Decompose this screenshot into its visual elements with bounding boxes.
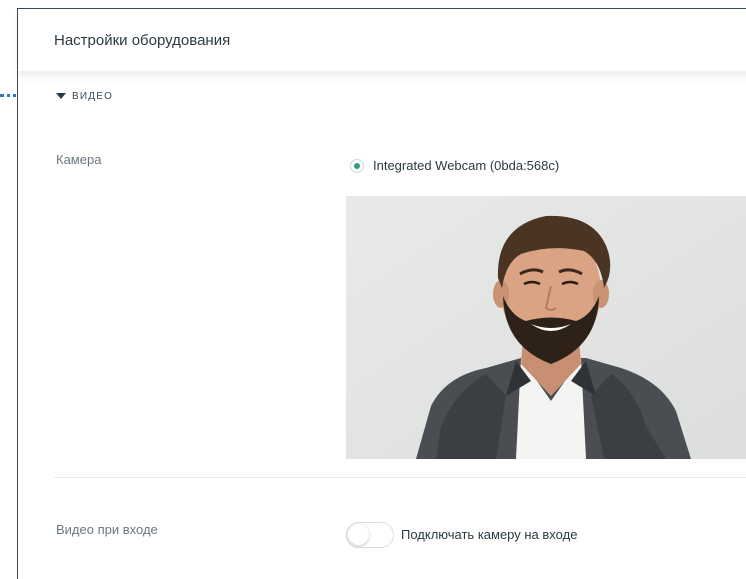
join-camera-toggle-label[interactable]: Подключать камеру на входе xyxy=(401,527,577,542)
webcam-person-image xyxy=(346,196,746,459)
radio-selected-icon[interactable] xyxy=(350,158,364,173)
camera-label: Камера xyxy=(56,152,102,167)
page-title: Настройки оборудования xyxy=(54,32,231,49)
join-camera-toggle[interactable] xyxy=(346,522,394,548)
caret-down-icon xyxy=(56,93,66,99)
panel-header: Настройки оборудования xyxy=(18,9,746,72)
section-divider xyxy=(54,477,746,478)
radio-dot xyxy=(354,162,360,169)
join-video-label: Видео при входе xyxy=(56,522,158,537)
video-section-label: ВИДЕО xyxy=(72,90,114,102)
camera-option-label: Integrated Webcam (0bda:568c) xyxy=(373,158,560,173)
video-section-toggle[interactable]: ВИДЕО xyxy=(56,88,113,104)
toggle-knob xyxy=(348,524,369,545)
camera-option-radio[interactable]: Integrated Webcam (0bda:568c) xyxy=(350,158,559,173)
camera-preview xyxy=(346,196,746,459)
